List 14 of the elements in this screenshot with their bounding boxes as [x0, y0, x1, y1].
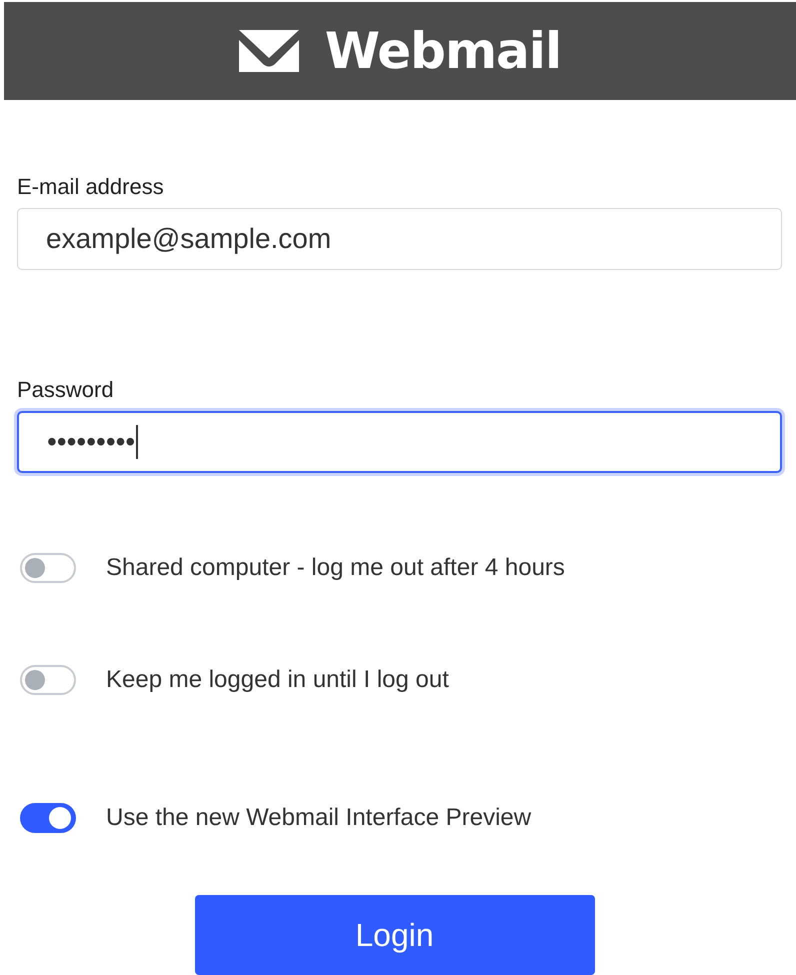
toggle-label: Use the new Webmail Interface Preview [106, 804, 532, 832]
password-field[interactable]: ••••••••• [17, 411, 782, 473]
toggle-label: Shared computer - log me out after 4 hours [106, 554, 565, 582]
login-button[interactable]: Login [194, 895, 594, 975]
field-label: E-mail address [17, 174, 164, 200]
field-label: Password [17, 377, 114, 403]
toggle-switch[interactable] [20, 553, 76, 583]
email-field[interactable]: example@sample.com [17, 208, 782, 270]
toggle-label: Keep me logged in until I log out [106, 666, 449, 694]
app-title: Webmail [324, 22, 562, 80]
text-cursor [136, 425, 138, 459]
toggle-switch[interactable] [20, 803, 76, 833]
toggle-switch[interactable] [20, 665, 76, 695]
envelope-icon [238, 30, 299, 72]
